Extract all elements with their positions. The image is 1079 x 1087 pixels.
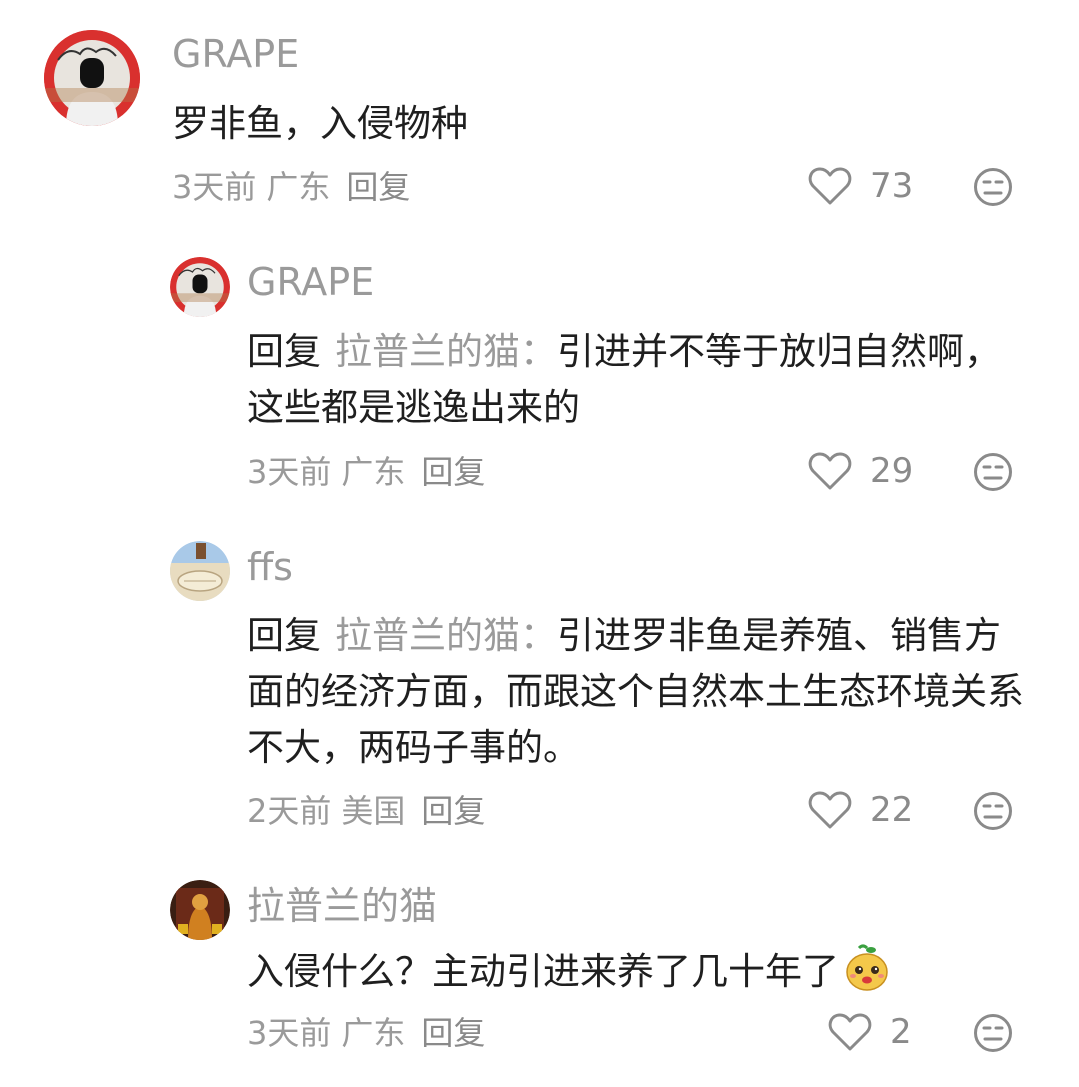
comment-text: 回复 拉普兰的猫：引进并不等于放归自然啊，这些都是逃逸出来的: [247, 330, 1001, 429]
location: 广东: [266, 168, 331, 206]
comment-meta: 2天前 美国 回复: [247, 791, 495, 831]
username[interactable]: GRAPE: [172, 32, 299, 76]
comment-meta: 3天前 广东 回复: [247, 1013, 495, 1053]
heart-outline-icon: [828, 1013, 872, 1051]
mention-link[interactable]: 拉普兰的猫：: [335, 330, 557, 373]
like-count: 2: [890, 1012, 912, 1052]
dislike-button[interactable]: [973, 1013, 1013, 1057]
dislike-button[interactable]: [973, 167, 1013, 211]
dislike-button[interactable]: [973, 791, 1013, 835]
heart-outline-icon: [808, 167, 852, 205]
username[interactable]: 拉普兰的猫: [247, 884, 437, 928]
bean-face-emoji: [846, 944, 888, 991]
username[interactable]: ffs: [247, 545, 293, 589]
comment-meta: 3天前 广东 回复: [247, 452, 495, 492]
timestamp: 3天前: [247, 1014, 332, 1052]
like-count: 29: [870, 451, 914, 491]
reply-button[interactable]: 回复: [421, 1014, 485, 1052]
timestamp: 2天前: [247, 792, 332, 830]
reply-button[interactable]: 回复: [346, 168, 410, 206]
mention-link[interactable]: 拉普兰的猫：: [335, 614, 557, 657]
like-count: 73: [870, 166, 914, 206]
neutral-face-icon: [974, 1014, 1012, 1052]
neutral-face-icon: [974, 453, 1012, 491]
avatar[interactable]: [170, 541, 230, 601]
comment-text: 罗非鱼，入侵物种: [172, 102, 468, 145]
heart-outline-icon: [808, 452, 852, 490]
like-button[interactable]: 73: [808, 166, 913, 206]
location: 美国: [341, 792, 406, 830]
comment-text: 入侵什么？主动引进来养了几十年了: [247, 944, 1037, 1000]
like-count: 22: [870, 790, 914, 830]
neutral-face-icon: [974, 168, 1012, 206]
comment-meta: 3天前 广东 回复: [172, 167, 420, 207]
reply-button[interactable]: 回复: [421, 792, 485, 830]
timestamp: 3天前: [247, 453, 332, 491]
location: 广东: [341, 1014, 406, 1052]
username[interactable]: GRAPE: [247, 260, 374, 304]
reply-button[interactable]: 回复: [421, 453, 485, 491]
neutral-face-icon: [974, 792, 1012, 830]
like-button[interactable]: 29: [808, 451, 913, 491]
heart-outline-icon: [808, 791, 852, 829]
avatar[interactable]: [170, 257, 230, 317]
like-button[interactable]: 2: [828, 1012, 912, 1052]
avatar[interactable]: [44, 30, 140, 126]
location: 广东: [341, 453, 406, 491]
dislike-button[interactable]: [973, 452, 1013, 496]
comment-text: 回复 拉普兰的猫：引进罗非鱼是养殖、销售方面的经济方面，而跟这个自然本土生态环境关…: [247, 614, 1024, 769]
avatar[interactable]: [170, 880, 230, 940]
reply-prefix: 回复: [247, 614, 321, 657]
like-button[interactable]: 22: [808, 790, 913, 830]
reply-prefix: 回复: [247, 330, 321, 373]
timestamp: 3天前: [172, 168, 257, 206]
